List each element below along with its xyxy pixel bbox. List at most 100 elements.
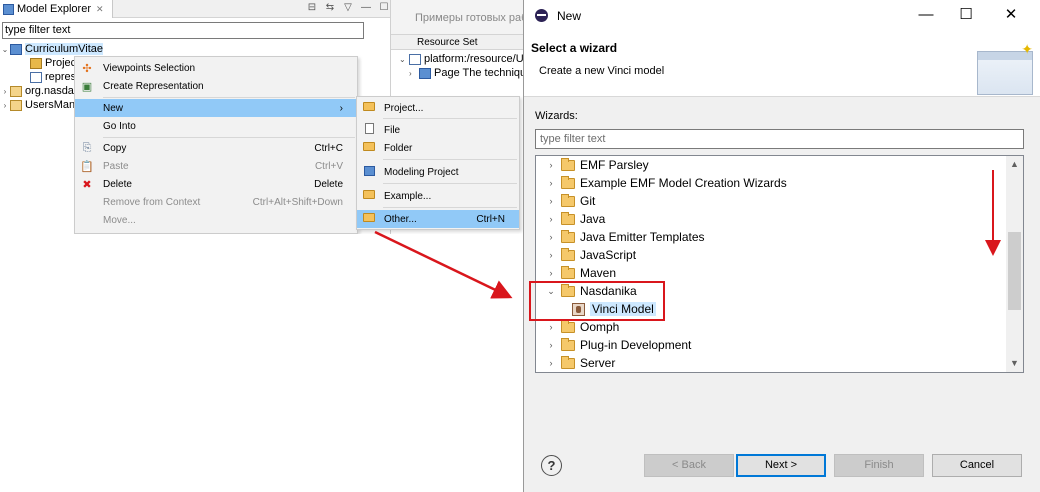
close-icon[interactable]: ✕: [1001, 6, 1021, 24]
scroll-down-icon[interactable]: ▼: [1006, 355, 1023, 372]
link-with-editor-icon[interactable]: ⇆: [324, 2, 336, 14]
menu-item-label: Remove from Context: [103, 196, 201, 208]
submenu-item-project[interactable]: Project...: [357, 99, 519, 117]
wizard-category-server[interactable]: › Server: [536, 354, 615, 372]
resource-row[interactable]: › Page The techniqu: [409, 66, 523, 80]
menu-separator: [383, 159, 517, 160]
menu-item-copy[interactable]: ⎘ Copy Ctrl+C: [75, 139, 357, 157]
model-project-icon: [10, 43, 22, 55]
wizard-category-git[interactable]: › Git: [536, 192, 595, 210]
new-project-icon: [357, 102, 381, 114]
menu-item-delete[interactable]: ✖ Delete Delete: [75, 175, 357, 193]
next-button[interactable]: Next >: [736, 454, 826, 477]
dialog-titlebar[interactable]: New — ☐ ✕: [524, 0, 1040, 31]
minimize-view-icon[interactable]: —: [360, 2, 372, 14]
tree-item-curriculumvitae[interactable]: ⌄ CurriculumVitae: [0, 42, 390, 56]
submenu-item-label: Other...: [384, 213, 417, 225]
tree-item-label: CurriculumVitae: [25, 43, 104, 55]
menu-item-remove-from-context[interactable]: Remove from Context Ctrl+Alt+Shift+Down: [75, 193, 357, 211]
file-icon: [357, 123, 381, 137]
menu-item-label: Copy: [103, 142, 127, 154]
menu-item-go-into[interactable]: Go Into: [75, 117, 357, 135]
menu-item-shortcut: Ctrl+C: [314, 142, 343, 154]
expand-chevron-icon[interactable]: ›: [544, 196, 558, 206]
folder-icon: [561, 337, 575, 351]
menu-separator: [383, 118, 517, 119]
collapse-chevron-icon[interactable]: ›: [0, 87, 10, 96]
expand-chevron-icon[interactable]: ⌄: [399, 55, 409, 64]
collapse-all-icon[interactable]: ⊟: [306, 2, 318, 14]
resource-row-label: Page The techniqu: [434, 67, 523, 79]
maximize-icon[interactable]: ☐: [956, 6, 976, 24]
folder-icon: [561, 211, 575, 225]
scroll-up-icon[interactable]: ▲: [1006, 156, 1023, 173]
submenu-item-file[interactable]: File: [357, 121, 519, 139]
collapse-chevron-icon[interactable]: ›: [0, 101, 10, 110]
expand-chevron-icon[interactable]: ›: [544, 232, 558, 242]
expand-chevron-icon[interactable]: ›: [544, 322, 558, 332]
submenu-item-modeling-project[interactable]: Modeling Project: [357, 163, 519, 181]
menu-item-create-representation[interactable]: ▣ Create Representation: [75, 77, 357, 95]
submenu-item-folder[interactable]: Folder: [357, 139, 519, 157]
expand-chevron-icon[interactable]: ›: [544, 358, 558, 368]
wizard-item-label: Plug-in Development: [580, 338, 692, 352]
help-icon[interactable]: ?: [541, 455, 562, 476]
submenu-item-other[interactable]: Other... Ctrl+N: [357, 210, 519, 228]
view-menu-icon[interactable]: ▽: [342, 2, 354, 14]
wizard-tree-scrollbar[interactable]: ▲ ▼: [1006, 156, 1023, 372]
menu-item-paste[interactable]: 📋 Paste Ctrl+V: [75, 157, 357, 175]
dialog-button-bar: ? < Back Next > Finish Cancel: [524, 454, 1040, 480]
wizard-category-emf-parsley[interactable]: › EMF Parsley: [536, 156, 649, 174]
model-explorer-tab-label: Model Explorer: [17, 3, 91, 15]
menu-item-move[interactable]: Move...: [75, 211, 357, 229]
close-tab-icon[interactable]: ✕: [96, 4, 104, 15]
submenu-item-label: Project...: [384, 102, 424, 114]
minimize-icon[interactable]: —: [916, 6, 936, 24]
expand-chevron-icon[interactable]: ›: [544, 268, 558, 278]
resource-row[interactable]: ⌄ platform:/resource/Us: [399, 52, 523, 66]
maximize-view-icon[interactable]: ☐: [378, 2, 390, 14]
wizard-category-example-emf[interactable]: › Example EMF Model Creation Wizards: [536, 174, 787, 192]
back-button[interactable]: < Back: [644, 454, 734, 477]
wizard-category-maven[interactable]: › Maven: [536, 264, 616, 282]
wizard-filter-input[interactable]: type filter text: [535, 129, 1024, 149]
menu-item-label: Paste: [103, 160, 129, 172]
wizard-item-label: Maven: [580, 266, 617, 280]
cancel-button[interactable]: Cancel: [932, 454, 1022, 477]
tree-item-label: UsersMan: [25, 99, 76, 111]
resource-row-label: platform:/resource/Us: [424, 53, 523, 65]
submenu-item-label: Modeling Project: [384, 166, 459, 178]
expand-chevron-icon[interactable]: ›: [544, 160, 558, 170]
model-explorer-tab[interactable]: Model Explorer ✕: [0, 0, 113, 18]
new-wizard-dialog: New — ☐ ✕ Select a wizard Create a new V…: [523, 0, 1040, 492]
expand-chevron-icon[interactable]: ›: [544, 340, 558, 350]
menu-item-label: Delete: [103, 178, 132, 190]
package-icon: [10, 99, 22, 111]
submenu-item-shortcut: Ctrl+N: [476, 213, 505, 225]
tree-item-label: org.nasda: [25, 85, 74, 97]
wizard-category-javascript[interactable]: › JavaScript: [536, 246, 636, 264]
expand-chevron-icon[interactable]: ⌄: [0, 45, 10, 54]
resource-set-tab[interactable]: Resource Set: [391, 34, 523, 50]
editor-tab[interactable]: Примеры готовых раб: [391, 0, 523, 34]
scrollbar-thumb[interactable]: [1008, 232, 1021, 310]
menu-item-viewpoints-selection[interactable]: ✣ Viewpoints Selection: [75, 59, 357, 77]
collapse-chevron-icon[interactable]: ›: [409, 69, 419, 78]
expand-chevron-icon[interactable]: ›: [544, 250, 558, 260]
submenu-item-example[interactable]: Example...: [357, 187, 519, 205]
menu-item-new[interactable]: New ›: [75, 99, 357, 117]
menu-item-label: Move...: [103, 214, 136, 226]
expand-chevron-icon[interactable]: ›: [544, 178, 558, 188]
wizard-item-label: Java Emitter Templates: [580, 230, 705, 244]
wizard-category-plugin-development[interactable]: › Plug-in Development: [536, 336, 691, 354]
explorer-filter-input[interactable]: type filter text: [2, 22, 364, 39]
view-tab-strip: ⊟ ⇆ ▽ — ☐: [113, 0, 390, 18]
wizard-category-java[interactable]: › Java: [536, 210, 605, 228]
submenu-arrow-icon: ›: [339, 102, 343, 114]
wizard-banner-icon: ✦: [969, 41, 1037, 95]
delete-icon: ✖: [82, 178, 92, 191]
expand-chevron-icon[interactable]: ›: [544, 214, 558, 224]
wizard-category-java-emitter-templates[interactable]: › Java Emitter Templates: [536, 228, 705, 246]
wizard-heading: Select a wizard: [531, 41, 618, 55]
finish-button[interactable]: Finish: [834, 454, 924, 477]
